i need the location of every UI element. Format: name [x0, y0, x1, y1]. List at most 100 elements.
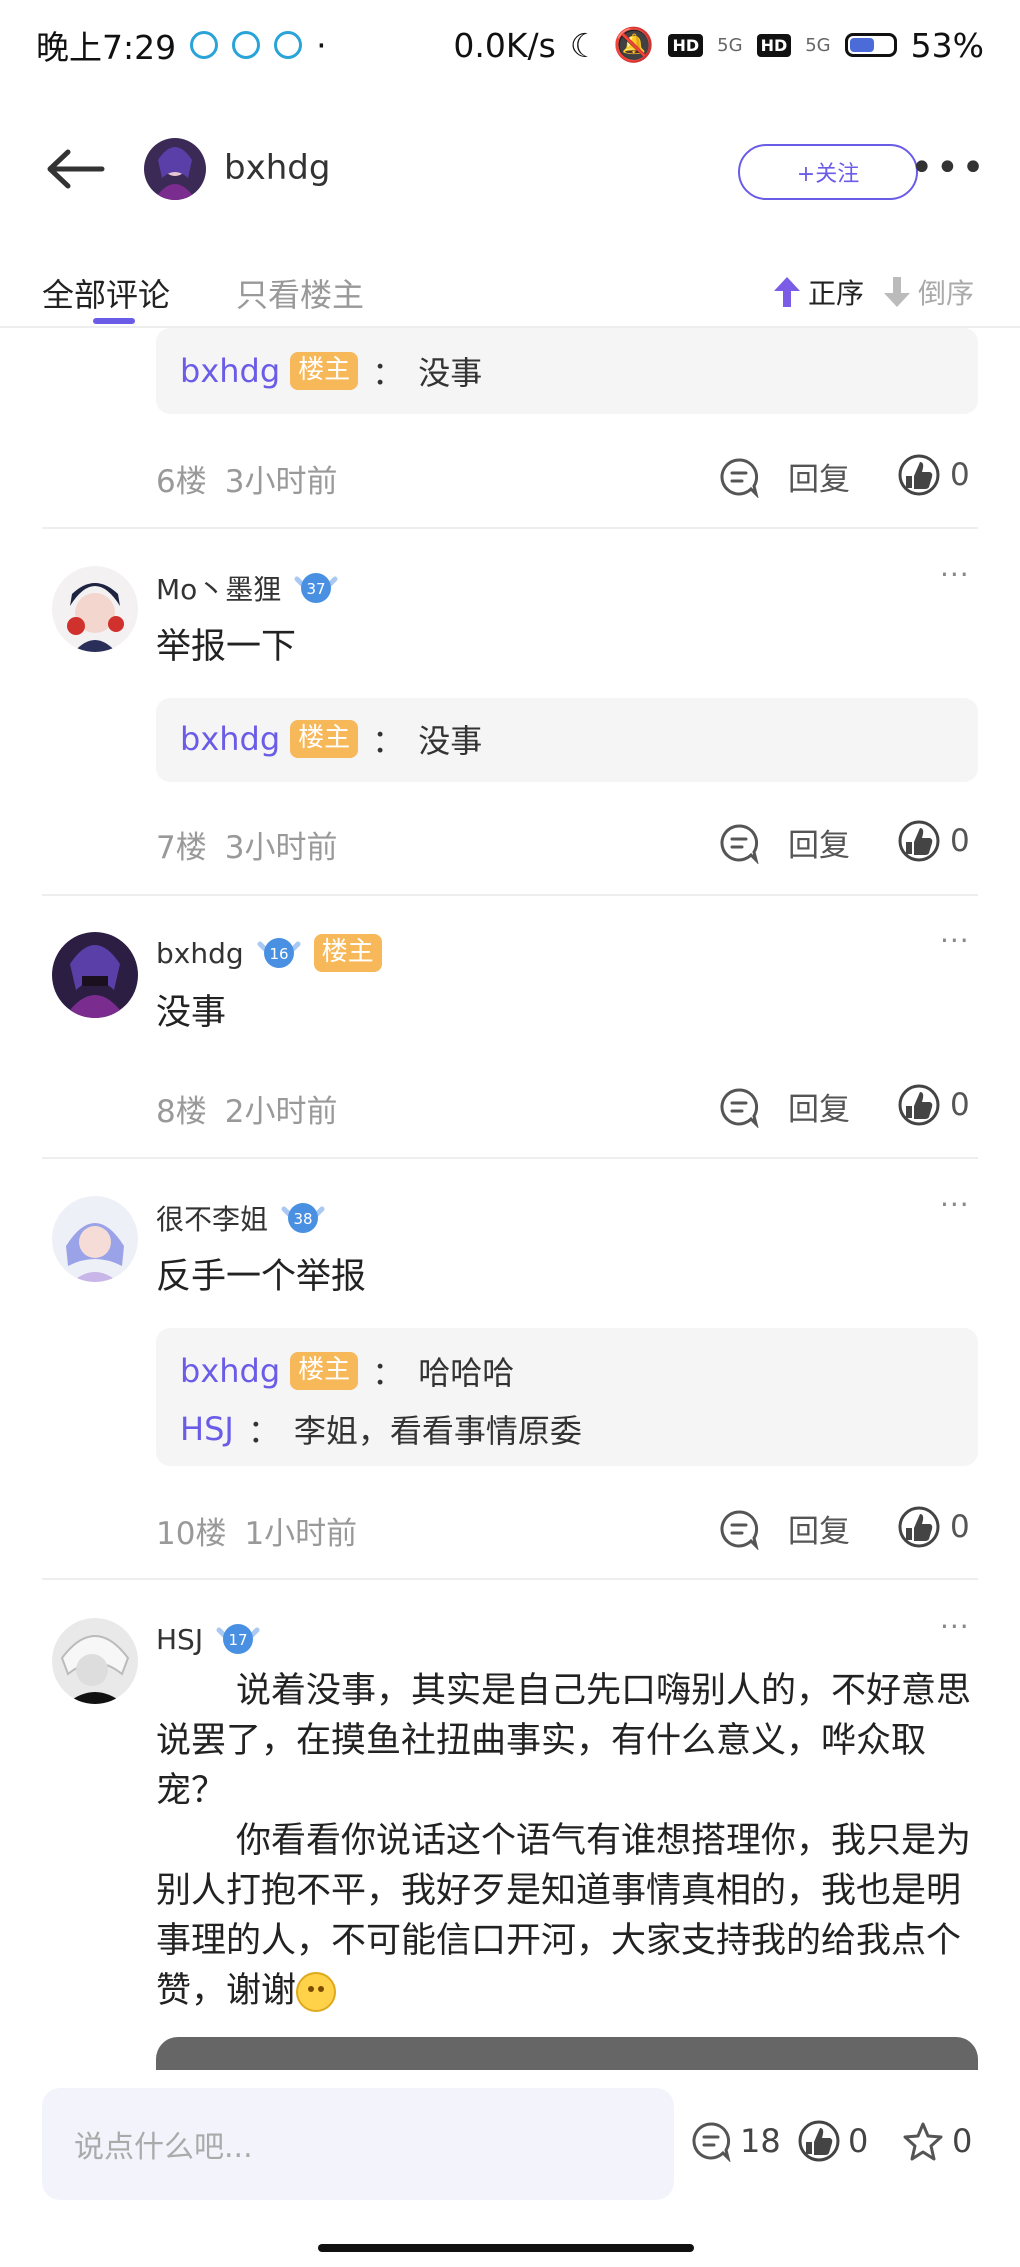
tab-op-only[interactable]: 只看楼主 — [236, 270, 364, 316]
comment-paragraph: 你看看你说话这个语气有谁想搭理你，我只是为别人打抱不平，我好歹是知道事情真相的，… — [156, 1816, 976, 2016]
signal-icon: 5G — [805, 34, 831, 56]
like-count: 0 — [950, 1087, 970, 1123]
comment-more-icon[interactable]: ··· — [940, 1610, 970, 1643]
status-time: 晚上7:29 — [36, 28, 177, 67]
like-icon — [898, 820, 940, 862]
divider — [42, 527, 978, 529]
comment-text: 反手一个举报 — [156, 1257, 367, 1297]
reply-label: 回复 — [788, 1514, 850, 1550]
quote-text: 李姐，看看事情原委 — [293, 1412, 582, 1450]
comment-icon — [720, 457, 759, 498]
signal-icon: 5G — [717, 34, 743, 56]
reply-button[interactable]: 回复 — [718, 1506, 850, 1551]
quote-colon: ： — [372, 354, 405, 392]
op-badge: 楼主 — [290, 720, 359, 758]
quote-author[interactable]: bxhdg — [180, 1352, 280, 1390]
comment-meta: 10楼 1小时前 — [156, 1508, 375, 1553]
reply-button[interactable]: 回复 — [718, 454, 850, 499]
reply-button[interactable]: 回复 — [718, 1084, 850, 1129]
quote-author[interactable]: HSJ — [180, 1410, 234, 1448]
svg-text:16: 16 — [269, 945, 288, 963]
quote-author[interactable]: bxhdg — [180, 720, 280, 758]
network-speed: 0.0K/s — [453, 25, 556, 65]
home-indicator — [318, 2244, 694, 2252]
quote-text: 没事 — [418, 722, 483, 760]
floor-number: 6楼 — [156, 464, 207, 500]
like-button[interactable]: 0 — [898, 1084, 970, 1126]
quote-author[interactable]: bxhdg — [180, 352, 280, 390]
floor-number: 7楼 — [156, 830, 207, 866]
svg-text:17: 17 — [229, 1631, 248, 1649]
like-icon — [898, 1506, 940, 1548]
favorite-count: 0 — [952, 2122, 973, 2160]
more-options-icon[interactable]: ••• — [910, 148, 985, 188]
battery-icon — [844, 33, 897, 57]
divider — [42, 1157, 978, 1159]
level-badge: 16 — [256, 934, 302, 972]
comment-text: 没事 — [156, 993, 227, 1033]
avatar[interactable] — [144, 138, 206, 200]
reply-quote-box[interactable]: bxhdg 楼主 ： 没事 — [156, 328, 978, 414]
like-button[interactable]: 0 — [898, 820, 970, 862]
post-like-count: 0 — [848, 2122, 869, 2160]
app-notification-icon — [190, 31, 219, 59]
sort-descending-button[interactable]: 倒序 — [882, 272, 974, 312]
comments-count-button[interactable]: 18 — [690, 2120, 781, 2162]
reply-label: 回复 — [788, 828, 850, 864]
like-button[interactable]: 0 — [898, 1506, 970, 1548]
comment-author-name[interactable]: 很不李姐 — [156, 1198, 268, 1238]
arrow-up-icon — [774, 277, 800, 307]
reply-quote-box[interactable]: bxhdg 楼主 ： 哈哈哈 HSJ ： 李姐，看看事情原委 — [156, 1328, 978, 1466]
comment-more-icon[interactable]: ··· — [940, 558, 970, 591]
quote-line: bxhdg 楼主 ： 没事 — [180, 342, 954, 400]
post-time: 1小时前 — [244, 1516, 358, 1552]
favorite-button[interactable]: 0 — [902, 2120, 972, 2162]
hd-icon: HD — [756, 33, 792, 57]
avatar[interactable] — [52, 566, 138, 652]
post-time: 2小时前 — [224, 1094, 338, 1130]
comment-author-name[interactable]: HSJ — [156, 1623, 203, 1656]
comment-more-icon[interactable]: ··· — [940, 1188, 970, 1221]
reply-quote-box[interactable]: bxhdg 楼主 ： 没事 — [156, 698, 978, 782]
top-bar: bxhdg +关注 ••• — [0, 130, 1020, 210]
comment-meta: 8楼 2小时前 — [156, 1086, 355, 1131]
like-post-button[interactable]: 0 — [798, 2120, 868, 2162]
quote-line: bxhdg 楼主 ： 哈哈哈 — [180, 1342, 954, 1400]
quote-colon: ： — [372, 1354, 405, 1392]
quote-text: 没事 — [418, 354, 483, 392]
floor-number: 10楼 — [156, 1516, 227, 1552]
tab-all-comments[interactable]: 全部评论 — [42, 270, 170, 316]
comment-input[interactable]: 说点什么吧... — [42, 2088, 674, 2200]
header-username[interactable]: bxhdg — [224, 148, 330, 188]
comment-icon — [720, 1087, 759, 1128]
post-time: 3小时前 — [224, 830, 338, 866]
avatar[interactable] — [52, 1618, 138, 1704]
avatar[interactable] — [52, 1196, 138, 1282]
app-notification-icon — [232, 31, 261, 59]
comment-author-name[interactable]: bxhdg — [156, 937, 244, 970]
reply-button[interactable]: 回复 — [718, 820, 850, 865]
follow-button[interactable]: +关注 — [738, 144, 918, 200]
comment-author-row: Mo丶墨狸 37 — [156, 568, 339, 608]
like-count: 0 — [950, 457, 970, 493]
comment-author-row: 很不李姐 38 — [156, 1198, 326, 1238]
like-button[interactable]: 0 — [898, 454, 970, 496]
avatar[interactable] — [52, 932, 138, 1018]
comment-text: 举报一下 — [156, 627, 297, 667]
back-arrow-icon[interactable] — [42, 144, 112, 194]
arrow-down-icon — [884, 277, 910, 307]
comment-meta: 7楼 3小时前 — [156, 822, 355, 867]
comment-tabs: 全部评论 只看楼主 正序 倒序 — [0, 262, 1020, 328]
floor-number: 8楼 — [156, 1094, 207, 1130]
comment-author-name[interactable]: Mo丶墨狸 — [156, 568, 281, 608]
reply-label: 回复 — [788, 1092, 850, 1128]
level-badge: 37 — [293, 569, 339, 607]
bottom-bar: 说点什么吧... 18 0 0 — [0, 2070, 1020, 2267]
like-count: 0 — [950, 823, 970, 859]
like-count: 0 — [950, 1509, 970, 1545]
comment-more-icon[interactable]: ··· — [940, 924, 970, 957]
sort-ascending-button[interactable]: 正序 — [772, 272, 864, 312]
quote-line: HSJ ： 李姐，看看事情原委 — [180, 1400, 954, 1458]
level-badge: 38 — [280, 1199, 326, 1237]
quote-line: bxhdg 楼主 ： 没事 — [180, 710, 954, 768]
